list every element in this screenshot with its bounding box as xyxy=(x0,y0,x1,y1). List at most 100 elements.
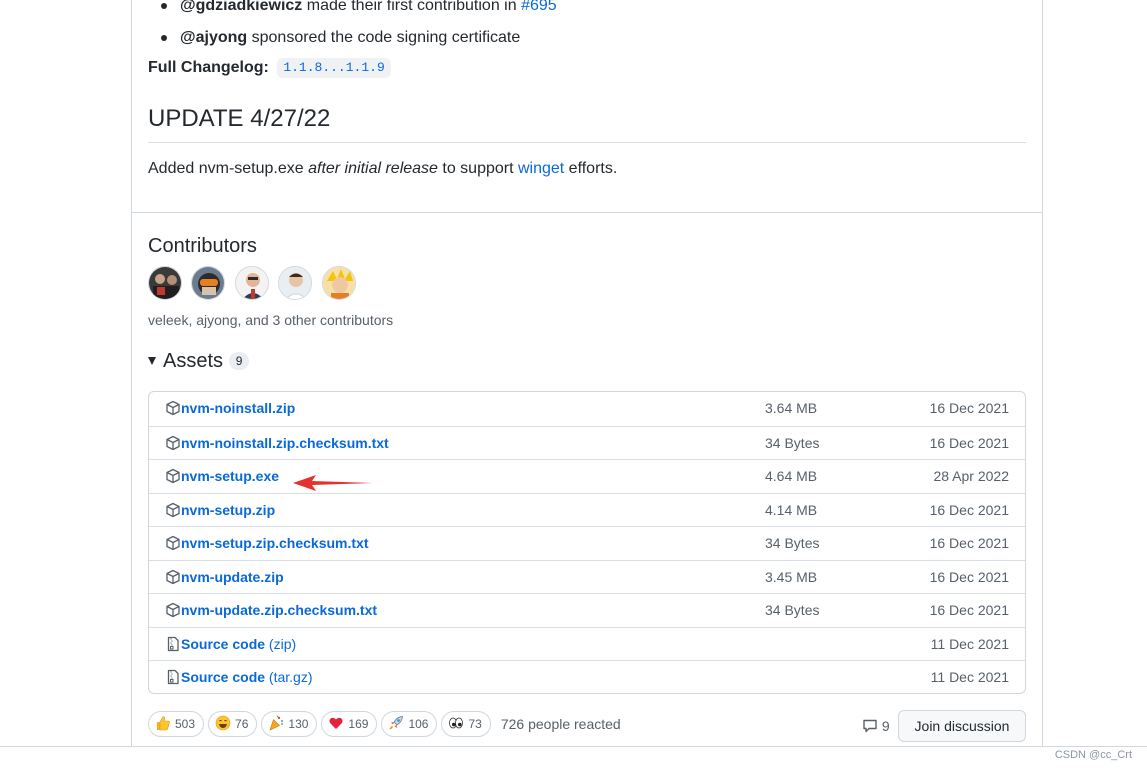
asset-date: 28 Apr 2022 xyxy=(933,468,1009,484)
update-text: efforts. xyxy=(564,160,618,177)
reaction-count: 106 xyxy=(408,717,429,731)
asset-link[interactable]: nvm-noinstall.zip xyxy=(181,392,295,425)
package-icon xyxy=(165,468,181,484)
avatar[interactable] xyxy=(148,266,182,300)
list-item-text: made their first contribution in xyxy=(306,0,517,14)
thumbs-up-icon xyxy=(155,715,171,731)
reaction-count: 130 xyxy=(288,717,309,731)
asset-link[interactable]: nvm-update.zip.checksum.txt xyxy=(181,594,377,627)
reaction-laugh[interactable]: 76 xyxy=(208,711,258,737)
package-icon xyxy=(165,569,181,585)
update-heading: UPDATE 4/27/22 xyxy=(148,102,1026,143)
reaction-count: 73 xyxy=(468,717,482,731)
list-item: @ajyong sponsored the code signing certi… xyxy=(161,22,557,54)
asset-link[interactable]: nvm-update.zip xyxy=(181,561,284,594)
join-discussion-button[interactable]: Join discussion xyxy=(898,710,1026,742)
reaction-count: 169 xyxy=(348,717,369,731)
asset-size: 4.14 MB xyxy=(765,501,818,518)
avatar[interactable] xyxy=(321,266,356,300)
changelog-label: Full Changelog: xyxy=(148,59,269,76)
asset-size: 34 Bytes xyxy=(765,535,820,551)
release-card: @gdziadkiewicz made their first contribu… xyxy=(131,0,1043,747)
laugh-icon xyxy=(215,715,231,731)
rocket-icon xyxy=(388,715,404,731)
asset-date: 11 Dec 2021 xyxy=(930,669,1009,685)
reaction-heart[interactable]: 169 xyxy=(321,711,378,737)
asset-link[interactable]: Source code (tar.gz) xyxy=(181,661,313,693)
assets-toggle[interactable]: Assets 9 xyxy=(148,348,250,374)
asset-row: Source code (tar.gz) 11 Dec 2021 xyxy=(149,660,1025,693)
comment-icon xyxy=(863,719,877,733)
section-divider xyxy=(132,212,1042,213)
reaction-count: 503 xyxy=(175,717,196,731)
winget-link[interactable]: winget xyxy=(518,160,564,177)
contributor-avatars xyxy=(148,266,361,300)
asset-row: nvm-update.zip.checksum.txt 34 Bytes 16 De… xyxy=(149,593,1025,627)
assets-heading: Assets xyxy=(163,350,224,372)
contributors-summary: veleek, ajyong, and 3 other contributors xyxy=(148,312,394,328)
asset-size: 34 Bytes xyxy=(765,434,820,451)
update-text: Added nvm-setup.exe xyxy=(148,160,309,177)
reaction-thumbs-up[interactable]: 503 xyxy=(148,711,205,737)
update-paragraph: Added nvm-setup.exe after initial releas… xyxy=(148,157,617,181)
list-item-text: sponsored the code signing certificate xyxy=(251,29,521,46)
full-changelog: Full Changelog: 1.1.8...1.1.9 xyxy=(148,56,391,80)
package-icon xyxy=(165,502,181,518)
update-text: to support xyxy=(437,160,518,177)
assets-list: nvm-noinstall.zip 3.64 MB 16 Dec 2021 nvm-n… xyxy=(148,391,1026,694)
package-icon xyxy=(165,435,181,451)
asset-date: 16 Dec 2021 xyxy=(929,501,1009,518)
comment-count-value: 9 xyxy=(881,718,890,734)
file-zip-icon xyxy=(165,636,181,652)
pull-request-link[interactable]: #695 xyxy=(521,0,557,14)
user-mention[interactable]: @ajyong xyxy=(180,29,247,46)
asset-size: 34 Bytes xyxy=(765,602,820,618)
asset-link[interactable]: nvm-setup.zip.checksum.txt xyxy=(181,527,369,560)
hooray-icon xyxy=(268,715,284,731)
package-icon xyxy=(165,535,181,551)
reactions-summary: 726 people reacted xyxy=(500,716,621,732)
asset-size: 3.64 MB xyxy=(765,400,818,416)
eyes-icon xyxy=(448,715,464,731)
reactions-bar: 503 76 130 169 106 73 726 people reacted xyxy=(148,711,621,737)
reaction-hooray[interactable]: 130 xyxy=(261,711,318,737)
page-bottom-border xyxy=(0,746,1147,747)
asset-link[interactable]: nvm-noinstall.zip.checksum.txt xyxy=(181,427,389,460)
update-text-emphasis: after initial release xyxy=(308,160,438,177)
asset-row: nvm-setup.zip 4.14 MB 16 Dec 2021 xyxy=(149,492,1025,527)
reaction-count: 76 xyxy=(235,717,249,731)
caret-down-icon xyxy=(148,357,156,365)
reaction-rocket[interactable]: 106 xyxy=(381,711,438,737)
asset-date: 16 Dec 2021 xyxy=(929,434,1009,451)
asset-date: 11 Dec 2021 xyxy=(930,635,1009,652)
reaction-eyes[interactable]: 73 xyxy=(441,711,491,737)
avatar[interactable] xyxy=(278,266,313,300)
list-item: @gdziadkiewicz made their first contribu… xyxy=(161,0,557,22)
asset-date: 16 Dec 2021 xyxy=(929,535,1009,551)
user-mention[interactable]: @gdziadkiewicz xyxy=(180,0,302,14)
asset-row: Source code (zip) 11 Dec 2021 xyxy=(149,626,1025,661)
assets-count-badge: 9 xyxy=(229,352,250,370)
asset-row: nvm-setup.zip.checksum.txt 34 Bytes 16 Dec… xyxy=(149,526,1025,560)
asset-date: 16 Dec 2021 xyxy=(929,568,1009,585)
asset-link[interactable]: nvm-setup.exe xyxy=(181,460,279,493)
contributors-heading: Contributors xyxy=(148,235,257,257)
asset-row: nvm-setup.exe 4.64 MB 28 Apr 2022 xyxy=(149,459,1025,493)
avatar[interactable] xyxy=(234,266,269,300)
watermark: CSDN @cc_Crt xyxy=(1054,749,1132,761)
comment-count[interactable]: 9 xyxy=(862,716,890,736)
asset-date: 16 Dec 2021 xyxy=(929,602,1009,618)
asset-size: 3.45 MB xyxy=(765,568,818,585)
file-zip-icon xyxy=(165,669,181,685)
avatar[interactable] xyxy=(191,266,226,300)
package-icon xyxy=(165,400,181,416)
changelog-compare-link[interactable]: 1.1.8...1.1.9 xyxy=(277,58,391,78)
heart-icon xyxy=(328,715,344,731)
package-icon xyxy=(165,602,181,618)
asset-size: 4.64 MB xyxy=(765,468,818,484)
asset-row: nvm-noinstall.zip.checksum.txt 34 Bytes 16… xyxy=(149,425,1025,460)
asset-link[interactable]: nvm-setup.zip xyxy=(181,494,275,527)
asset-link[interactable]: Source code (zip) xyxy=(181,628,296,661)
asset-row: nvm-noinstall.zip 3.64 MB 16 Dec 2021 xyxy=(149,392,1025,426)
asset-row: nvm-update.zip 3.45 MB 16 Dec 2021 xyxy=(149,559,1025,594)
